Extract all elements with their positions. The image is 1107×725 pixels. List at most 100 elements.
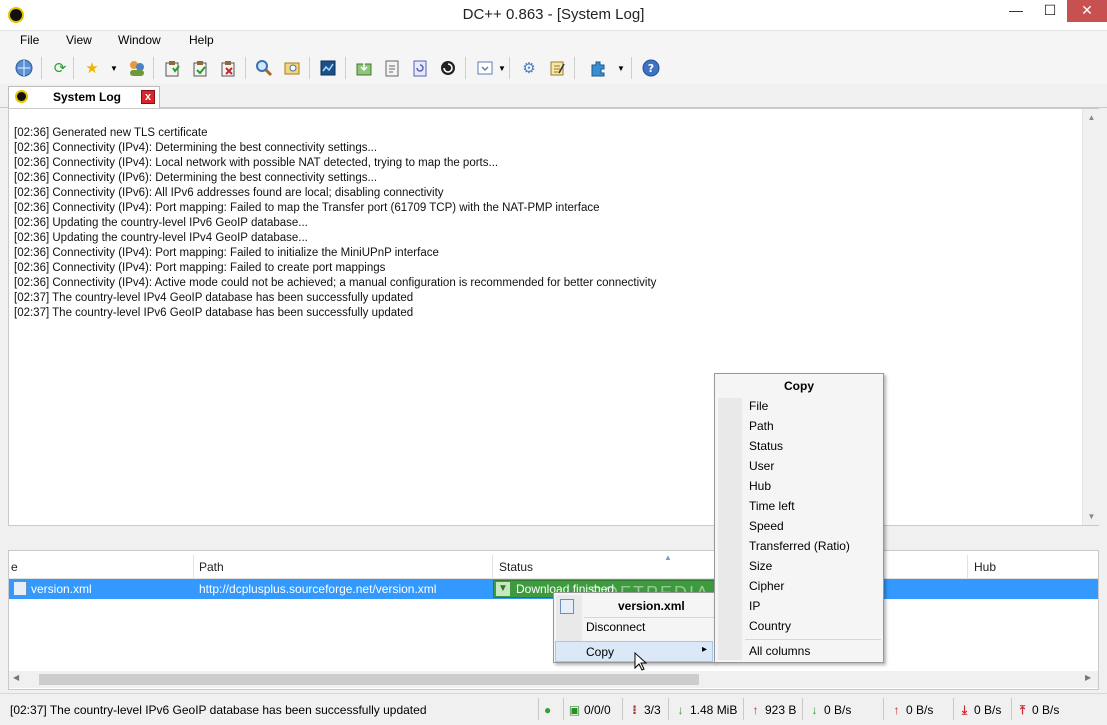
upload-speed: ↑ 0 B/s (890, 700, 934, 720)
plugins-icon[interactable] (586, 56, 610, 80)
public-hubs-icon[interactable] (12, 56, 36, 80)
search-icon[interactable] (252, 56, 276, 80)
copy-item-size[interactable]: Size (749, 559, 772, 573)
column-file[interactable]: e (11, 560, 18, 574)
copy-submenu: Copy File Path Status User Hub Time left… (714, 373, 884, 663)
menu-view[interactable]: View (66, 33, 92, 47)
favorite-users-icon[interactable] (125, 56, 149, 80)
menu-help[interactable]: Help (189, 33, 214, 47)
xml-file-icon (560, 599, 574, 614)
copy-item-file[interactable]: File (749, 399, 768, 413)
menu-file[interactable]: File (20, 33, 39, 47)
column-hub[interactable]: Hub (974, 560, 996, 574)
favorites-dropdown-icon[interactable]: ▼ (110, 64, 118, 73)
up-limit-value: 0 B/s (1032, 703, 1060, 717)
copy-item-country[interactable]: Country (749, 619, 791, 633)
copy-item-hub[interactable]: Hub (749, 479, 771, 493)
log-line: [02:36] Connectivity (IPv4): Port mappin… (14, 262, 386, 274)
row-file: version.xml (31, 582, 92, 596)
reconnect-hub-icon[interactable] (436, 56, 460, 80)
column-status[interactable]: Status (499, 560, 533, 574)
upload-arrow-icon: ↑ (752, 703, 759, 717)
slots-counter: ⁝ 3/3 (628, 700, 661, 720)
menu-item-disconnect[interactable]: Disconnect (586, 620, 645, 634)
scroll-right-icon[interactable]: ▶ (1085, 673, 1091, 682)
copy-item-all-columns[interactable]: All columns (749, 644, 810, 658)
maximize-button[interactable]: ☐ (1033, 0, 1067, 22)
copy-item-transferred[interactable]: Transferred (Ratio) (749, 539, 850, 553)
minimize-button[interactable]: — (999, 0, 1033, 22)
sort-ascending-icon: ▲ (664, 553, 672, 562)
reconnect-icon[interactable]: ⟳ (48, 56, 72, 80)
scroll-left-icon[interactable]: ◀ (13, 673, 19, 682)
plugins-dropdown-icon[interactable]: ▼ (617, 64, 625, 73)
tab-close-icon[interactable]: x (141, 90, 155, 104)
scroll-up-icon[interactable]: ▲ (1083, 109, 1100, 126)
copy-item-status[interactable]: Status (749, 439, 783, 453)
transfer-view-dropdown-icon[interactable]: ▼ (498, 64, 506, 73)
traffic-light-icon: ⁝ (632, 703, 637, 717)
log-line: [02:37] The country-level IPv4 GeoIP dat… (14, 292, 414, 304)
menu-window[interactable]: Window (118, 33, 161, 47)
menu-item-copy-label: Copy (586, 645, 615, 659)
slots-value: 3/3 (644, 703, 661, 717)
title-bar: DC++ 0.863 - [System Log] — ☐ ✕ (0, 0, 1107, 31)
match-queue-icon[interactable] (380, 56, 404, 80)
hubs-value: 0/0/0 (584, 703, 611, 717)
copy-item-path[interactable]: Path (749, 419, 774, 433)
copy-item-ip[interactable]: IP (749, 599, 760, 613)
window-title: DC++ 0.863 - [System Log] (462, 6, 645, 23)
monitor-icon: ▣ (568, 703, 581, 717)
log-scrollbar[interactable]: ▲ ▼ (1082, 109, 1099, 525)
copy-item-user[interactable]: User (749, 459, 774, 473)
log-line: [02:36] Connectivity (IPv4): Active mode… (14, 277, 657, 289)
favorite-hubs-icon[interactable]: ★ (80, 56, 104, 80)
system-log-icon[interactable] (316, 56, 340, 80)
transfer-view-icon[interactable] (473, 56, 497, 80)
column-path[interactable]: Path (199, 560, 224, 574)
tab-label: System Log (53, 90, 122, 104)
copy-item-time-left[interactable]: Time left (749, 499, 795, 513)
download-limit[interactable]: ⤓ 0 B/s (958, 700, 1002, 720)
status-message: [02:37] The country-level IPv6 GeoIP dat… (10, 703, 427, 717)
scroll-down-icon[interactable]: ▼ (1083, 508, 1100, 525)
hscroll-thumb[interactable] (39, 674, 699, 685)
uploaded-value: 923 B (765, 703, 797, 717)
finished-uploads-icon[interactable] (216, 56, 240, 80)
download-speed: ↓ 0 B/s (808, 700, 852, 720)
upload-limit-icon: ⤒ (1019, 703, 1026, 717)
system-log-panel: [02:36] Generated new TLS certificate [02… (8, 108, 1099, 526)
downloaded-total: ↓ 1.48 MiB (674, 700, 738, 720)
queue-icon[interactable] (160, 56, 184, 80)
toolbar: ⟳ ★ ▼ ▼ ⚙ ▼ ? (0, 51, 1107, 84)
log-line: [02:36] Connectivity (IPv4): Port mappin… (14, 247, 439, 259)
context-title: version.xml (618, 599, 685, 613)
notepad-icon[interactable] (545, 56, 569, 80)
help-icon[interactable]: ? (639, 56, 663, 80)
transfers-hscrollbar[interactable]: ◀ ▶ (9, 671, 1098, 688)
log-line: [02:36] Connectivity (IPv4): Local netwo… (14, 157, 499, 169)
app-icon (15, 90, 28, 103)
download-arrow-icon: ↓ (677, 703, 684, 717)
down-limit-value: 0 B/s (974, 703, 1002, 717)
copy-item-speed[interactable]: Speed (749, 519, 784, 533)
upload-limit[interactable]: ⤒ 0 B/s (1016, 700, 1060, 720)
copy-item-cipher[interactable]: Cipher (749, 579, 784, 593)
finished-downloads-icon[interactable] (188, 56, 212, 80)
download-arrow-icon: ↓ (811, 703, 818, 717)
tab-bar (0, 84, 1107, 108)
settings-icon[interactable]: ⚙ (517, 56, 541, 80)
down-speed-value: 0 B/s (824, 703, 852, 717)
xml-file-icon (13, 581, 27, 596)
splitter[interactable] (8, 526, 1099, 550)
adl-search-icon[interactable] (280, 56, 304, 80)
close-button[interactable]: ✕ (1067, 0, 1107, 22)
log-line: [02:36] Connectivity (IPv6): Determining… (14, 172, 378, 184)
downloaded-value: 1.48 MiB (690, 703, 738, 717)
file-list-icon[interactable] (352, 56, 376, 80)
hubs-counter: ▣ 0/0/0 (568, 700, 611, 720)
refresh-share-icon[interactable] (408, 56, 432, 80)
tab-system-log[interactable]: System Log x (8, 86, 160, 108)
download-limit-icon: ⤓ (961, 703, 968, 717)
log-line: [02:36] Connectivity (IPv4): Determining… (14, 142, 378, 154)
